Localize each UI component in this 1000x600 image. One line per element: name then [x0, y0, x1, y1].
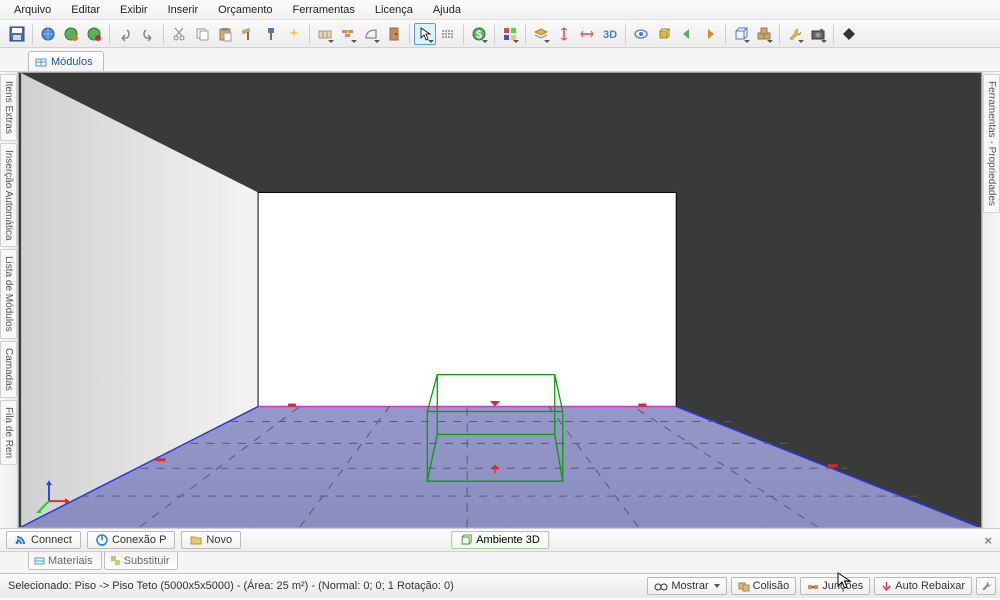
globe-green-icon[interactable] — [60, 23, 82, 45]
dollar-button[interactable]: $ — [468, 23, 490, 45]
glasses-icon — [654, 581, 668, 592]
menu-ferramentas[interactable]: Ferramentas — [283, 2, 365, 18]
juncoes-label: Junções — [822, 580, 863, 592]
juncoes-button[interactable]: Junções — [800, 577, 870, 595]
redo-button[interactable] — [137, 23, 159, 45]
arrow-left-icon[interactable] — [676, 23, 698, 45]
arrow-right-icon[interactable] — [699, 23, 721, 45]
mostrar-button[interactable]: Mostrar — [647, 577, 726, 595]
connect-label: Connect — [31, 534, 72, 546]
down-icon — [881, 581, 892, 592]
left-side-tabs: Itens Extras Inserção Automática Lista d… — [0, 72, 18, 528]
dashes-icon[interactable] — [437, 23, 459, 45]
tab-materiais[interactable]: Materiais — [28, 552, 102, 570]
folder-icon — [190, 534, 202, 546]
sidetab-insercao[interactable]: Inserção Automática — [0, 143, 17, 248]
tab-substituir[interactable]: Substituir — [104, 552, 179, 570]
dim-v-icon[interactable] — [553, 23, 575, 45]
wrench-small-icon — [980, 580, 992, 592]
wall-button[interactable] — [314, 23, 336, 45]
globe-blue-icon[interactable] — [37, 23, 59, 45]
novo-button[interactable]: Novo — [181, 531, 241, 549]
select-button[interactable] — [414, 23, 436, 45]
bottom-tab-row: Materiais Substituir — [0, 551, 1000, 573]
menu-orcamento[interactable]: Orçamento — [208, 2, 282, 18]
mostrar-label: Mostrar — [671, 580, 708, 592]
camera-button[interactable] — [807, 23, 829, 45]
box-button[interactable] — [730, 23, 752, 45]
3d-icon[interactable]: 3D — [599, 23, 621, 45]
brush-icon[interactable] — [260, 23, 282, 45]
auto-label: Auto Rebaixar — [895, 580, 965, 592]
colisao-button[interactable]: Colisão — [731, 577, 797, 595]
svg-text:3D: 3D — [603, 29, 617, 41]
cube-small-icon[interactable] — [653, 23, 675, 45]
lower-button-bar: Connect Conexão P Novo Ambiente 3D × — [0, 528, 1000, 551]
materials-icon — [34, 555, 45, 566]
tab-modulos[interactable]: Módulos — [28, 51, 104, 71]
eye-icon[interactable] — [630, 23, 652, 45]
connect-button[interactable]: Connect — [6, 531, 81, 549]
modules-icon — [35, 56, 47, 68]
sidetab-lista-modulos[interactable]: Lista de Módulos — [0, 249, 17, 339]
rss-icon — [15, 534, 27, 546]
palette-button[interactable] — [499, 23, 521, 45]
bricks-button[interactable] — [337, 23, 359, 45]
boxes-button[interactable] — [753, 23, 775, 45]
replace-icon — [110, 555, 121, 566]
save-button[interactable] — [6, 23, 28, 45]
3d-viewport[interactable] — [18, 72, 982, 528]
globe-red-icon[interactable] — [83, 23, 105, 45]
menu-bar: Arquivo Editar Exibir Inserir Orçamento … — [0, 0, 1000, 20]
menu-licenca[interactable]: Licença — [365, 2, 423, 18]
settings-small-button[interactable] — [976, 577, 996, 595]
power-icon — [96, 534, 108, 546]
cut-button[interactable] — [168, 23, 190, 45]
sidetab-fila[interactable]: Fila de Ren — [0, 400, 17, 465]
menu-ajuda[interactable]: Ajuda — [423, 2, 471, 18]
ambiente-3d-tag[interactable]: Ambiente 3D — [451, 531, 549, 549]
status-text: Selecionado: Piso -> Piso Teto (5000x5x5… — [4, 580, 647, 592]
copy-button[interactable] — [191, 23, 213, 45]
close-panel-button[interactable]: × — [984, 533, 992, 548]
sidetab-camadas[interactable]: Camadas — [0, 341, 17, 398]
door-icon[interactable] — [383, 23, 405, 45]
diamond-icon[interactable] — [838, 23, 860, 45]
work-area: Itens Extras Inserção Automática Lista d… — [0, 72, 1000, 528]
auto-rebaixar-button[interactable]: Auto Rebaixar — [874, 577, 972, 595]
3d-scene — [19, 73, 981, 527]
sidetab-ferramentas-prop[interactable]: Ferramentas - Propriedades — [983, 74, 1000, 213]
tab-materiais-label: Materiais — [48, 555, 93, 567]
menu-exibir[interactable]: Exibir — [110, 2, 158, 18]
tab-modulos-label: Módulos — [51, 56, 93, 68]
novo-label: Novo — [206, 534, 232, 546]
collision-icon — [738, 581, 750, 592]
spark-icon[interactable] — [283, 23, 305, 45]
main-toolbar: $ 3D — [0, 20, 1000, 48]
shape-button[interactable] — [360, 23, 382, 45]
wrench-button[interactable] — [784, 23, 806, 45]
view3d-icon — [460, 534, 472, 546]
conexao-label: Conexão P — [112, 534, 166, 546]
layers-button[interactable] — [530, 23, 552, 45]
menu-arquivo[interactable]: Arquivo — [4, 2, 61, 18]
sidetab-itens-extras[interactable]: Itens Extras — [0, 74, 17, 141]
menu-editar[interactable]: Editar — [61, 2, 110, 18]
colisao-label: Colisão — [753, 580, 790, 592]
menu-inserir[interactable]: Inserir — [158, 2, 209, 18]
hammer-icon[interactable] — [237, 23, 259, 45]
junction-icon — [807, 581, 819, 592]
status-bar: Selecionado: Piso -> Piso Teto (5000x5x5… — [0, 573, 1000, 598]
conexao-button[interactable]: Conexão P — [87, 531, 175, 549]
tab-substituir-label: Substituir — [124, 555, 170, 567]
right-side-tabs: Ferramentas - Propriedades — [982, 72, 1000, 528]
undo-button[interactable] — [114, 23, 136, 45]
ambiente-label: Ambiente 3D — [476, 534, 540, 546]
paste-button[interactable] — [214, 23, 236, 45]
top-tab-row: Módulos — [0, 48, 1000, 72]
dim-h-icon[interactable] — [576, 23, 598, 45]
